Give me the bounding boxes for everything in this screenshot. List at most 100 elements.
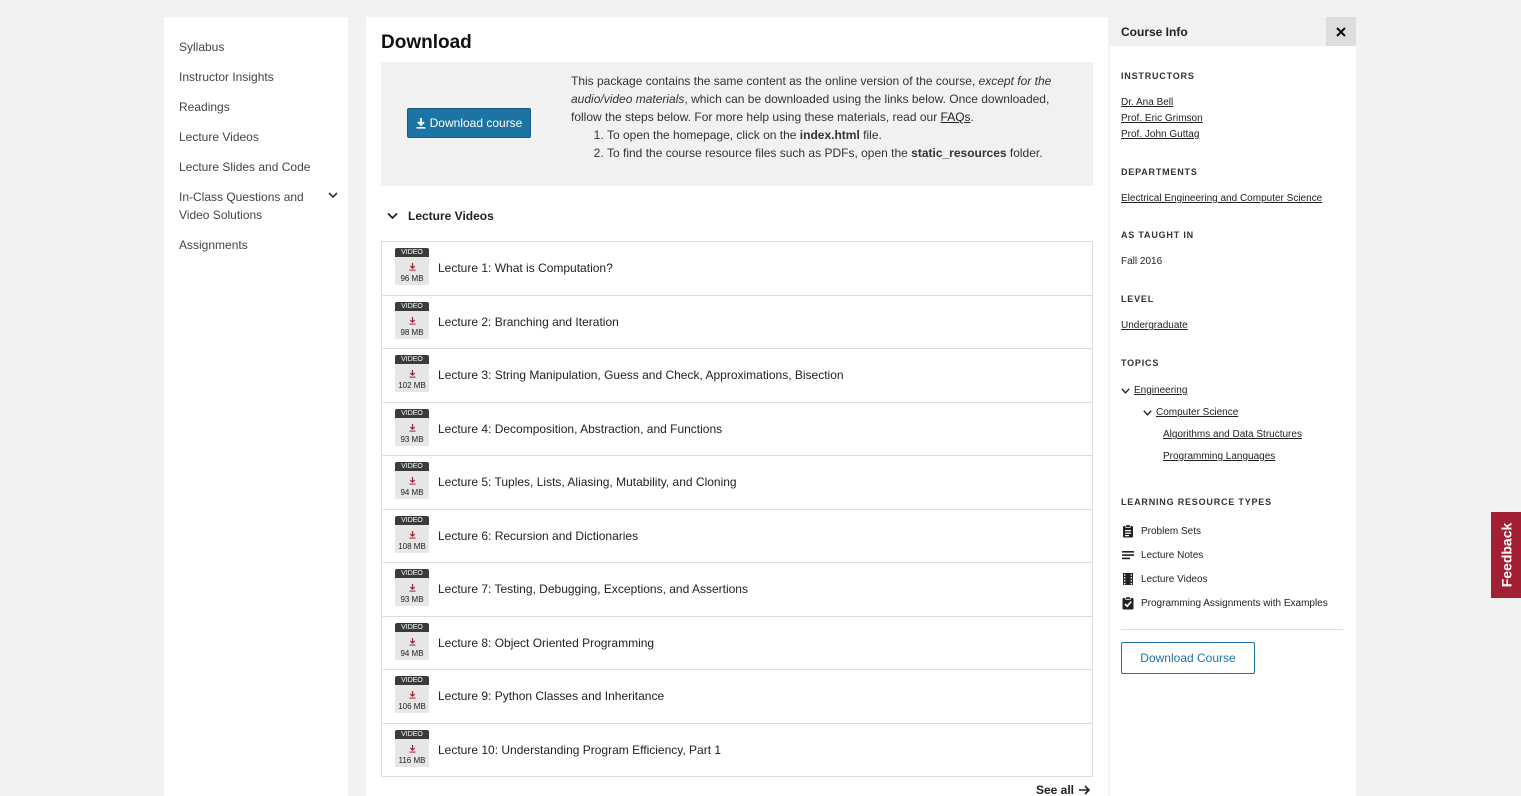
topics-heading: TOPICS	[1121, 358, 1160, 368]
instructor-link[interactable]: Prof. Eric Grimson	[1121, 111, 1356, 127]
chevron-down-icon[interactable]	[1143, 410, 1152, 416]
close-course-info-button[interactable]	[1326, 17, 1356, 46]
video-download-badge[interactable]: VIDEO 102 MB	[394, 355, 430, 395]
step-text: To find the course resource files such a…	[607, 146, 912, 160]
instructor-link[interactable]: Dr. Ana Bell	[1121, 95, 1356, 111]
video-badge-body: 116 MB	[395, 738, 429, 767]
video-download-badge[interactable]: VIDEO 93 MB	[394, 569, 430, 609]
main-content: Download Download course This package co…	[366, 17, 1108, 796]
download-step-1: To open the homepage, click on the index…	[607, 126, 1071, 144]
video-title-link[interactable]: Lecture 4: Decomposition, Abstraction, a…	[438, 422, 722, 436]
video-download-badge[interactable]: VIDEO 93 MB	[394, 408, 430, 449]
video-title-link[interactable]: Lecture 8: Object Oriented Programming	[438, 636, 654, 650]
download-course-button-secondary[interactable]: Download Course	[1121, 642, 1255, 674]
level-link[interactable]: Undergraduate	[1121, 318, 1356, 334]
problem-sets-icon	[1123, 524, 1133, 538]
sidebar-item-syllabus[interactable]: Syllabus	[164, 38, 348, 56]
download-icon	[409, 691, 415, 699]
video-badge-label: VIDEO	[395, 248, 429, 258]
sidebar-item-instructor-insights[interactable]: Instructor Insights	[164, 68, 348, 86]
resource-type-item: Lecture Notes	[1121, 543, 1356, 567]
download-icon	[409, 263, 415, 271]
chevron-down-icon[interactable]	[328, 190, 338, 200]
video-download-badge[interactable]: VIDEO 94 MB	[394, 462, 430, 502]
sidebar-item-lecture-slides[interactable]: Lecture Slides and Code	[164, 158, 348, 176]
video-download-badge[interactable]: VIDEO 106 MB	[394, 676, 430, 716]
see-all-label: See all	[1035, 783, 1074, 796]
topic-link[interactable]: Computer Science	[1156, 405, 1238, 421]
video-row: VIDEO 116 MB Lecture 10: Understanding Pro…	[382, 724, 1092, 777]
step-folder: static_resources	[911, 146, 1007, 160]
video-file-size: 94 MB	[400, 648, 424, 658]
lrt-heading: LEARNING RESOURCE TYPES	[1121, 497, 1272, 507]
video-title-link[interactable]: Lecture 5: Tuples, Lists, Aliasing, Muta…	[438, 475, 737, 489]
video-badge-label: VIDEO	[395, 622, 429, 632]
download-box: Download course This package contains th…	[381, 62, 1093, 186]
sidebar-item-label: In-Class Questions and Video Solutions	[179, 190, 304, 222]
topic-computer-science: Computer Science	[1121, 402, 1356, 424]
video-download-badge[interactable]: VIDEO 108 MB	[394, 515, 430, 556]
video-title-link[interactable]: Lecture 6: Recursion and Dictionaries	[438, 529, 638, 543]
video-download-badge[interactable]: VIDEO 96 MB	[394, 248, 430, 288]
sidebar-item-lecture-videos[interactable]: Lecture Videos	[164, 128, 348, 146]
resource-type-label: Problem Sets	[1141, 525, 1202, 537]
lecture-videos-toggle[interactable]: Lecture Videos	[381, 208, 1093, 224]
faqs-link[interactable]: FAQs	[941, 110, 971, 124]
instructor-link[interactable]: Prof. John Guttag	[1121, 127, 1356, 143]
resource-type-label: Lecture Notes	[1141, 549, 1204, 561]
checked-clipboard-icon	[1122, 596, 1134, 610]
sidebar-item-assignments[interactable]: Assignments	[164, 236, 348, 254]
download-icon	[409, 423, 415, 432]
video-badge-label: VIDEO	[395, 301, 429, 311]
sidebar-item-in-class-questions[interactable]: In-Class Questions and Video Solutions	[164, 188, 348, 224]
video-badge-body: 94 MB	[395, 471, 429, 500]
video-badge-body: 94 MB	[395, 631, 429, 660]
video-download-badge[interactable]: VIDEO 94 MB	[394, 622, 430, 663]
department-link[interactable]: Electrical Engineering and Computer Scie…	[1121, 191, 1356, 207]
course-info-title: Course Info	[1121, 24, 1188, 39]
video-file-size: 93 MB	[400, 434, 424, 444]
video-title-link[interactable]: Lecture 1: What is Computation?	[438, 261, 613, 275]
video-badge-label: VIDEO	[395, 515, 429, 525]
video-download-badge[interactable]: VIDEO 98 MB	[394, 301, 430, 342]
download-course-button[interactable]: Download course	[407, 108, 531, 138]
see-all-link[interactable]: See all	[1036, 783, 1091, 796]
topic-link[interactable]: Engineering	[1134, 383, 1187, 399]
chevron-down-icon[interactable]	[1121, 388, 1130, 394]
download-instructions: This package contains the same content a…	[571, 72, 1071, 162]
resource-type-item: Problem Sets	[1121, 519, 1356, 543]
course-info-header: Course Info	[1110, 17, 1356, 46]
divider	[1121, 629, 1343, 630]
lecture-videos-heading: Lecture Videos	[408, 209, 494, 223]
arrow-right-icon	[1079, 785, 1091, 795]
topic-link[interactable]: Programming Languages	[1163, 449, 1275, 465]
video-badge-label: VIDEO	[395, 729, 429, 739]
resource-type-item: Programming Assignments with Examples	[1121, 591, 1356, 615]
video-row: VIDEO 94 MB Lecture 8: Object Oriented Pro…	[382, 617, 1092, 670]
video-row: VIDEO 108 MB Lecture 6: Recursion and Dict…	[382, 510, 1092, 563]
video-badge-label: VIDEO	[395, 462, 429, 472]
video-row: VIDEO 102 MB Lecture 3: String Manipulatio…	[382, 349, 1092, 403]
taught-heading: AS TAUGHT IN	[1121, 230, 1194, 240]
video-badge-label: VIDEO	[395, 676, 429, 686]
step-filename: index.html	[799, 128, 860, 142]
video-title-link[interactable]: Lecture 2: Branching and Iteration	[438, 315, 619, 329]
chevron-down-icon	[387, 212, 398, 220]
video-row: VIDEO 106 MB Lecture 9: Python Classes and…	[382, 670, 1092, 724]
video-title-link[interactable]: Lecture 9: Python Classes and Inheritanc…	[438, 689, 664, 703]
sidebar-item-readings[interactable]: Readings	[164, 98, 348, 116]
topic-link[interactable]: Algorithms and Data Structures	[1163, 427, 1302, 443]
video-title-link[interactable]: Lecture 10: Understanding Program Effici…	[438, 743, 721, 757]
video-title-link[interactable]: Lecture 7: Testing, Debugging, Exception…	[438, 582, 748, 596]
feedback-tab[interactable]: Feedback	[1491, 512, 1521, 598]
topics-section: TOPICS Engineering Computer Science Algo…	[1110, 358, 1356, 468]
video-badge-body: 106 MB	[395, 685, 429, 714]
video-title-link[interactable]: Lecture 3: String Manipulation, Guess an…	[438, 368, 844, 382]
level-heading: LEVEL	[1121, 294, 1155, 304]
course-info-panel: Course Info INSTRUCTORS Dr. Ana Bell Pro…	[1110, 17, 1356, 796]
video-file-size: 96 MB	[400, 274, 424, 284]
video-download-badge[interactable]: VIDEO 116 MB	[394, 729, 430, 770]
video-file-size: 93 MB	[400, 595, 424, 605]
video-row: VIDEO 98 MB Lecture 2: Branching and Itera…	[382, 296, 1092, 349]
video-badge-body: 98 MB	[395, 310, 429, 339]
